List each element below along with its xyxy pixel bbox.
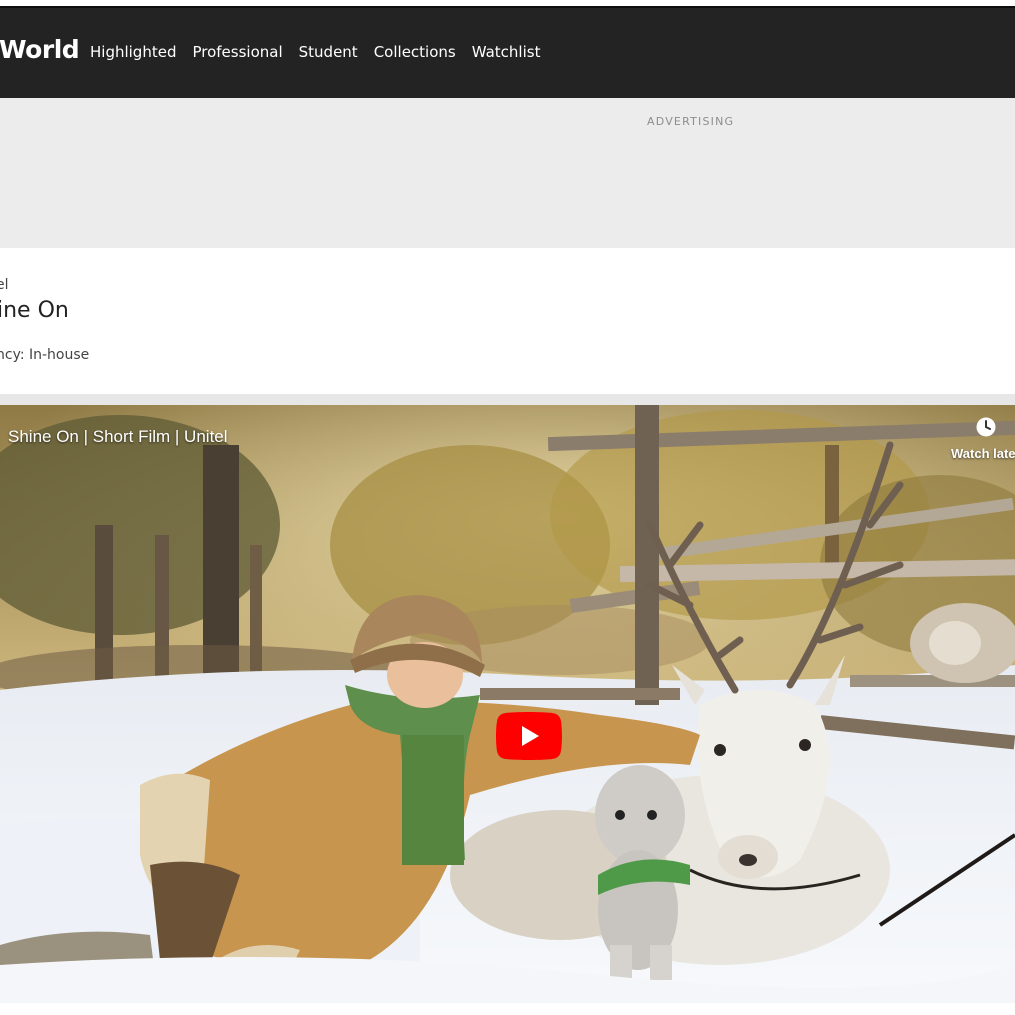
page-bottom-edge	[0, 1003, 1015, 1015]
watch-later-label: Watch late	[951, 446, 1015, 461]
video-player[interactable]: Shine On | Short Film | Unitel Watch lat…	[0, 405, 1015, 1003]
top-navigation-bar: World Highlighted Professional Student C…	[0, 6, 1015, 98]
video-title[interactable]: Shine On | Short Film | Unitel	[8, 427, 228, 447]
advertising-label: ADVERTISING	[647, 115, 735, 128]
section-divider	[0, 394, 1015, 405]
youtube-play-icon[interactable]	[496, 712, 562, 760]
clock-icon	[976, 417, 996, 437]
nav-item-student[interactable]: Student	[299, 43, 358, 61]
nav-item-professional[interactable]: Professional	[192, 43, 282, 61]
video-thumbnail	[0, 405, 1015, 1003]
site-logo[interactable]: World	[0, 35, 80, 64]
advertising-banner: ADVERTISING	[0, 98, 1015, 248]
entry-title: ine On	[0, 298, 69, 323]
nav-item-highlighted[interactable]: Highlighted	[90, 43, 176, 61]
entry-brand[interactable]: el	[0, 277, 9, 293]
nav-item-watchlist[interactable]: Watchlist	[472, 43, 541, 61]
main-menu: Highlighted Professional Student Collect…	[90, 43, 540, 61]
entry-info: el ine On ncy: In-house	[0, 248, 1015, 394]
nav-item-collections[interactable]: Collections	[374, 43, 456, 61]
entry-agency: ncy: In-house	[0, 347, 90, 363]
